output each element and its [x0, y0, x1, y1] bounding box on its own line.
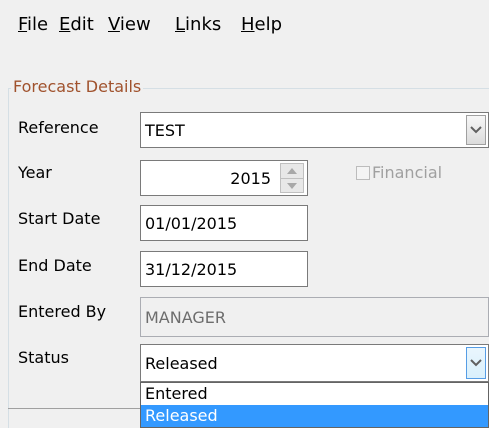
menu-file-label: ile: [27, 14, 49, 35]
entered-by-label: Entered By: [18, 302, 107, 321]
start-date-input[interactable]: 01/01/2015: [140, 205, 308, 241]
year-value: 2015: [230, 168, 271, 188]
menu-file-mnemonic: F: [18, 14, 28, 35]
year-spinner[interactable]: [280, 163, 304, 193]
menu-view[interactable]: View: [108, 14, 151, 35]
end-date-label: End Date: [18, 256, 92, 275]
status-option-released[interactable]: Released: [141, 405, 488, 427]
menu-help[interactable]: Help: [241, 14, 282, 35]
spin-down-button[interactable]: [281, 178, 303, 193]
menu-links[interactable]: Links: [175, 14, 221, 35]
reference-combo[interactable]: TEST: [140, 112, 489, 148]
financial-label: Financial: [372, 163, 443, 182]
menu-file[interactable]: File: [18, 14, 48, 35]
menu-edit-label: dit: [70, 14, 94, 35]
group-border-left: [8, 88, 9, 428]
spin-up-button[interactable]: [281, 164, 303, 178]
menu-edit-mnemonic: E: [59, 14, 71, 35]
start-date-label: Start Date: [18, 209, 101, 228]
status-option-entered[interactable]: Entered: [141, 383, 488, 405]
end-date-value: 31/12/2015: [145, 259, 238, 279]
menu-links-label: inks: [185, 14, 222, 35]
menu-links-mnemonic: L: [175, 14, 186, 35]
status-dropdown-button[interactable]: [466, 347, 486, 379]
divider: [8, 408, 140, 409]
end-date-input[interactable]: 31/12/2015: [140, 251, 308, 287]
menu-view-mnemonic: V: [108, 14, 120, 35]
chevron-down-icon: [470, 126, 482, 134]
chevron-down-icon: [470, 359, 482, 367]
entered-by-value: MANAGER: [145, 307, 227, 327]
status-combo[interactable]: Released: [140, 344, 489, 382]
status-dropdown-list[interactable]: Entered Released: [140, 382, 489, 428]
status-value: Released: [145, 353, 218, 373]
menu-help-label: elp: [254, 14, 283, 35]
menu-bar: File Edit View Links Help: [0, 0, 489, 44]
menu-edit[interactable]: Edit: [59, 14, 94, 35]
menu-help-mnemonic: H: [241, 14, 255, 35]
reference-label: Reference: [18, 118, 99, 137]
financial-checkbox[interactable]: [356, 166, 370, 180]
arrow-up-icon: [287, 168, 297, 174]
status-label: Status: [18, 348, 69, 367]
reference-value: TEST: [145, 120, 185, 140]
entered-by-input: MANAGER: [140, 297, 489, 337]
arrow-down-icon: [287, 183, 297, 189]
menu-view-label: iew: [119, 14, 151, 35]
start-date-value: 01/01/2015: [145, 213, 238, 233]
group-title: Forecast Details: [11, 77, 144, 96]
reference-dropdown-button[interactable]: [466, 115, 486, 145]
year-label: Year: [18, 163, 52, 182]
